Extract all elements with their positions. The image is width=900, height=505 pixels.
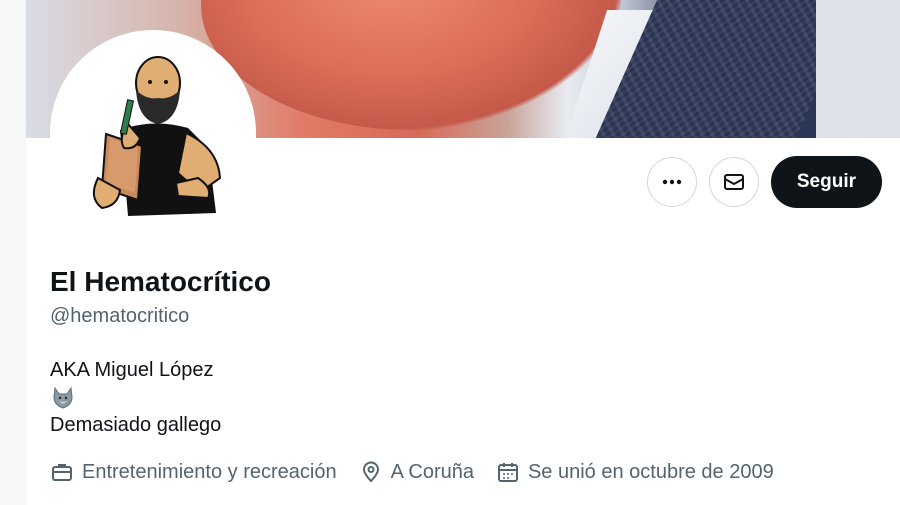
mail-icon	[723, 174, 744, 190]
bio-line-description: Demasiado gallego	[50, 414, 222, 436]
more-button[interactable]	[646, 157, 697, 207]
banner-face	[201, 0, 621, 130]
wolf-emoji-icon	[53, 386, 73, 409]
meta-joined: Se unió en octubre de 2009	[496, 460, 774, 484]
meta-location-label: A Coruña	[390, 460, 474, 483]
meta-location: A Coruña	[359, 460, 474, 484]
avatar[interactable]	[50, 30, 256, 236]
briefcase-icon	[52, 464, 72, 481]
calendar-icon	[497, 463, 518, 482]
location-pin-icon	[362, 461, 379, 483]
profile-actions: Seguir	[646, 156, 882, 208]
meta-category: Entretenimiento y recreación	[50, 460, 337, 484]
profile-handle: @hematocritico	[50, 305, 190, 327]
avatar-illustration	[92, 56, 222, 216]
banner-background	[816, 0, 900, 138]
follow-button[interactable]: Seguir	[770, 156, 882, 208]
meta-joined-label: Se unió en octubre de 2009	[527, 460, 774, 483]
profile-meta: Entretenimiento y recreación A Coruña Se…	[50, 460, 796, 484]
message-button[interactable]	[708, 157, 759, 207]
more-icon	[662, 179, 682, 185]
meta-category-label: Entretenimiento y recreación	[82, 460, 337, 483]
left-rail	[0, 0, 26, 505]
profile-bio: AKA Miguel López Demasiado gallego	[50, 356, 221, 440]
bio-line-aka: AKA Miguel López	[50, 359, 214, 381]
profile-name: El Hematocrítico	[50, 266, 271, 297]
